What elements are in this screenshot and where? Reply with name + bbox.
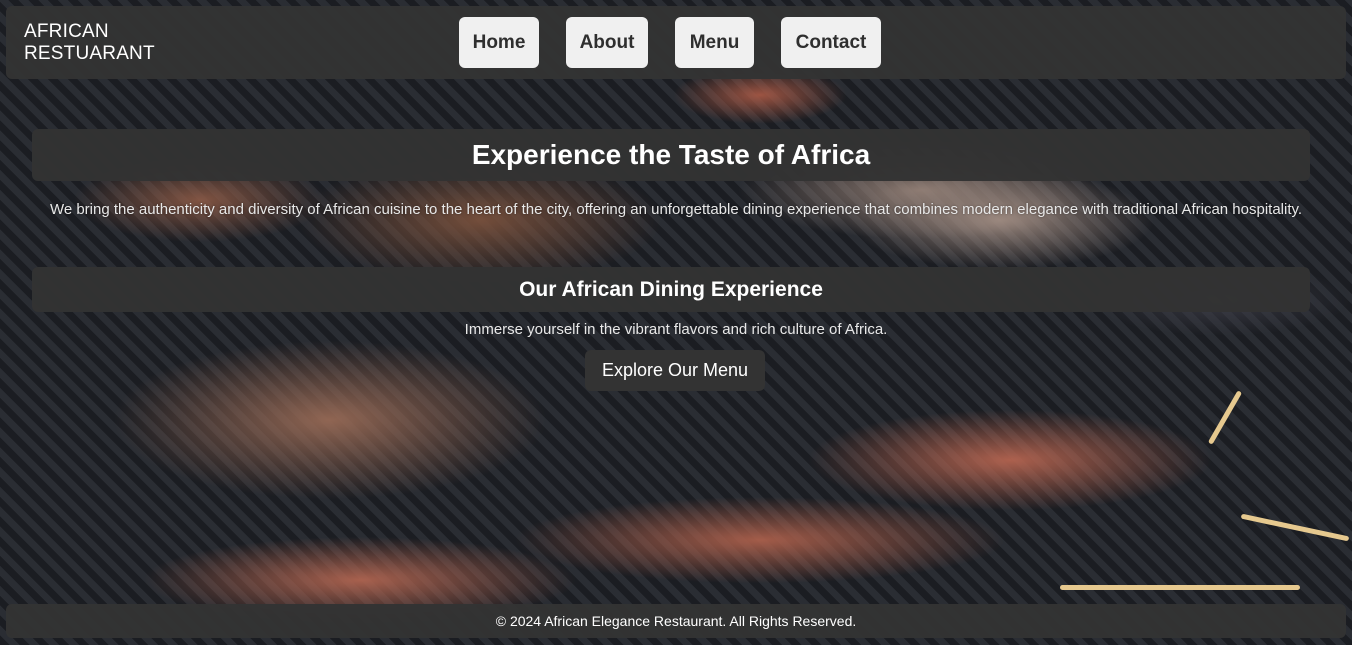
footer-copyright: © 2024 African Elegance Restaurant. All … <box>495 613 857 629</box>
skewer-stick <box>1207 390 1243 445</box>
logo-line-2: RESTUARANT <box>24 43 155 64</box>
experience-heading: Our African Dining Experience <box>32 267 1310 312</box>
nav-menu-button[interactable]: Menu <box>675 17 754 68</box>
hero-title: Experience the Taste of Africa <box>32 129 1310 181</box>
hero-intro-text: We bring the authenticity and diversity … <box>49 201 1303 218</box>
nav-contact-button[interactable]: Contact <box>781 17 881 68</box>
site-logo[interactable]: AFRICAN RESTUARANT <box>24 21 184 65</box>
logo-line-1: AFRICAN <box>24 21 109 42</box>
skewer-stick <box>1240 513 1350 542</box>
top-navigation-bar: AFRICAN RESTUARANT Home About Menu Conta… <box>6 6 1346 79</box>
nav-about-button[interactable]: About <box>566 17 648 68</box>
skewer-stick <box>1060 585 1300 590</box>
footer: © 2024 African Elegance Restaurant. All … <box>6 604 1346 638</box>
nav-home-button[interactable]: Home <box>459 17 539 68</box>
explore-menu-button[interactable]: Explore Our Menu <box>585 350 765 391</box>
experience-text: Immerse yourself in the vibrant flavors … <box>464 321 888 338</box>
